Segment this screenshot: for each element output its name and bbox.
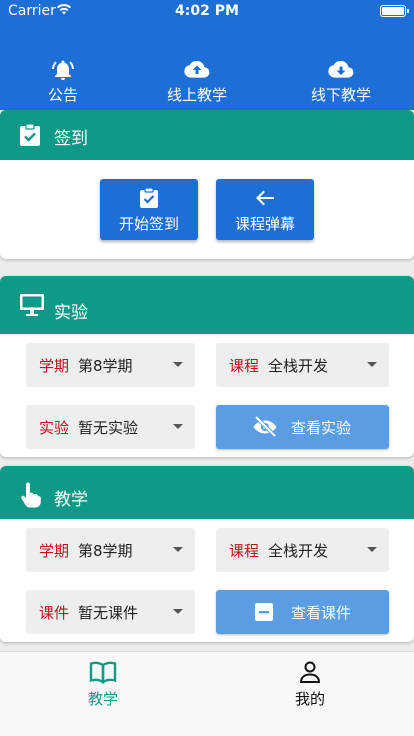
teaching-title: 教学 — [54, 490, 88, 510]
nav-label: 公告 — [47, 86, 78, 104]
caret-down-icon — [173, 424, 183, 429]
caret-down-icon — [173, 547, 183, 552]
select-label: 课程 — [229, 542, 260, 560]
select-value: 全栈开发 — [268, 542, 329, 560]
checkin-card: 签到 开始签到 课程弹幕 — [0, 110, 414, 259]
nav-item-offline-teaching[interactable]: 线下教学 — [286, 58, 396, 105]
course-danmaku-label: 课程弹幕 — [234, 215, 295, 233]
teaching-card-header: 教学 — [0, 466, 414, 519]
caret-down-icon — [367, 547, 377, 552]
bell-icon — [52, 60, 74, 80]
minus-box-icon — [255, 603, 273, 621]
select-label: 学期 — [39, 357, 70, 375]
select-value: 全栈开发 — [268, 357, 329, 375]
clock: 4:02 PM — [175, 3, 239, 19]
select-value: 暂无实验 — [78, 419, 139, 437]
checkin-title: 签到 — [54, 129, 88, 149]
select-label: 课件 — [39, 604, 70, 622]
bottom-tab-bar: 教学 我的 — [0, 651, 414, 736]
experiment-card-header: 实验 — [0, 276, 414, 334]
clipboard-check-icon — [20, 123, 40, 146]
tab-teaching[interactable]: 教学 — [43, 660, 163, 709]
teaching-course-select[interactable]: 课程 全栈开发 — [216, 528, 389, 572]
view-courseware-label: 查看课件 — [291, 604, 352, 622]
start-checkin-label: 开始签到 — [118, 215, 179, 233]
experiment-item-select[interactable]: 实验 暂无实验 — [26, 405, 195, 449]
select-value: 第8学期 — [78, 542, 133, 560]
teaching-card: 教学 学期 第8学期 课程 全栈开发 课件 暂无课件 查看课件 — [0, 466, 414, 642]
clipboard-check-icon — [140, 187, 158, 208]
tab-mine-label: 我的 — [294, 690, 325, 708]
tab-teaching-label: 教学 — [87, 690, 118, 708]
caret-down-icon — [173, 609, 183, 614]
view-experiment-button[interactable]: 查看实验 — [216, 405, 389, 449]
view-experiment-label: 查看实验 — [291, 419, 352, 437]
caret-down-icon — [173, 362, 183, 367]
experiment-card: 实验 学期 第8学期 课程 全栈开发 实验 暂无实验 查看实验 — [0, 276, 414, 457]
hand-pointer-icon — [21, 482, 41, 508]
select-value: 第8学期 — [78, 357, 133, 375]
view-courseware-button[interactable]: 查看课件 — [216, 590, 389, 634]
user-icon — [299, 661, 321, 683]
book-open-icon — [89, 661, 117, 684]
teaching-courseware-select[interactable]: 课件 暂无课件 — [26, 590, 195, 634]
top-nav: 公告 线上教学 线下教学 — [0, 58, 414, 110]
arrow-left-icon — [256, 190, 274, 206]
nav-label: 线上教学 — [166, 86, 227, 104]
select-label: 学期 — [39, 542, 70, 560]
tab-mine[interactable]: 我的 — [250, 660, 370, 709]
monitor-icon — [20, 294, 44, 316]
select-label: 课程 — [229, 357, 260, 375]
cloud-download-icon — [328, 60, 354, 78]
course-danmaku-button[interactable]: 课程弹幕 — [216, 179, 314, 240]
battery-icon — [380, 5, 409, 17]
checkin-card-header: 签到 — [0, 110, 414, 160]
nav-label: 线下教学 — [310, 86, 371, 104]
experiment-semester-select[interactable]: 学期 第8学期 — [26, 343, 195, 387]
start-checkin-button[interactable]: 开始签到 — [100, 179, 198, 240]
app-header: Carrier 4:02 PM 公告 线上教学 线下教学 — [0, 0, 414, 110]
eye-off-icon — [253, 415, 277, 438]
experiment-course-select[interactable]: 课程 全栈开发 — [216, 343, 389, 387]
experiment-title: 实验 — [54, 303, 88, 323]
select-label: 实验 — [39, 419, 70, 437]
caret-down-icon — [367, 362, 377, 367]
status-bar: Carrier 4:02 PM — [0, 0, 414, 24]
cloud-upload-icon — [184, 60, 210, 78]
teaching-semester-select[interactable]: 学期 第8学期 — [26, 528, 195, 572]
select-value: 暂无课件 — [78, 604, 139, 622]
nav-item-online-teaching[interactable]: 线上教学 — [142, 58, 252, 105]
nav-item-announcement[interactable]: 公告 — [8, 58, 118, 105]
